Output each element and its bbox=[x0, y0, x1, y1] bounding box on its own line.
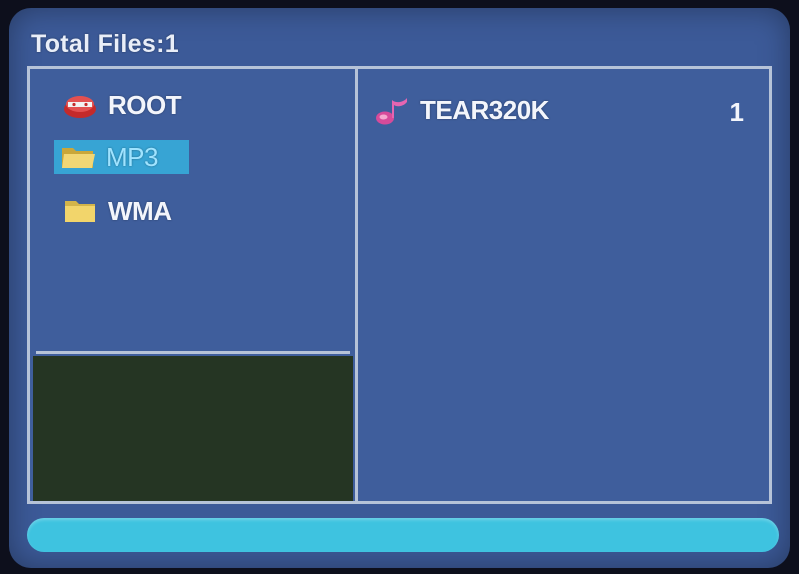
browser-frame: ROOT MP3 WMA TEAR320K 1 bbox=[27, 66, 772, 504]
progress-bar bbox=[27, 518, 779, 552]
music-note-icon bbox=[374, 96, 410, 125]
total-files-label: Total Files:1 bbox=[31, 30, 179, 58]
folder-icon bbox=[62, 197, 98, 225]
file-name: TEAR320K bbox=[420, 94, 549, 125]
pane-divider-horizontal bbox=[36, 351, 350, 354]
media-browser-screen: Total Files:1 ROOT MP3 WMA TEAR320K 1 bbox=[9, 8, 790, 568]
folder-label-mp3: MP3 bbox=[106, 141, 158, 172]
file-list-pane: TEAR320K 1 bbox=[358, 69, 769, 501]
folder-tree-pane: ROOT MP3 WMA bbox=[30, 69, 355, 351]
root-drive-icon bbox=[62, 91, 98, 119]
folder-open-icon bbox=[60, 143, 96, 171]
file-item-tear320k[interactable]: TEAR320K 1 bbox=[374, 93, 754, 127]
file-index-number: 1 bbox=[729, 97, 744, 127]
folder-item-root[interactable]: ROOT bbox=[62, 88, 182, 122]
folder-label-root: ROOT bbox=[108, 89, 182, 120]
preview-window bbox=[33, 356, 353, 501]
folder-label-wma: WMA bbox=[108, 195, 172, 226]
folder-item-wma[interactable]: WMA bbox=[62, 194, 172, 228]
folder-item-mp3[interactable]: MP3 bbox=[54, 140, 189, 174]
